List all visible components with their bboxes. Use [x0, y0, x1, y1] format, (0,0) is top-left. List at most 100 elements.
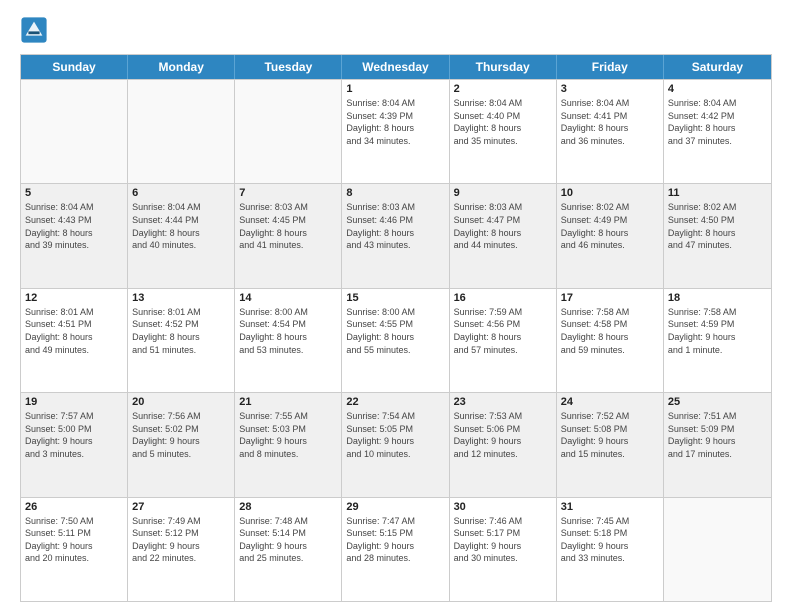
- day-number: 1: [346, 83, 444, 95]
- cal-cell: 29Sunrise: 7:47 AM Sunset: 5:15 PM Dayli…: [342, 498, 449, 601]
- day-info: Sunrise: 8:04 AM Sunset: 4:44 PM Dayligh…: [132, 201, 230, 251]
- day-number: 17: [561, 292, 659, 304]
- day-number: 25: [668, 396, 767, 408]
- day-info: Sunrise: 8:01 AM Sunset: 4:51 PM Dayligh…: [25, 306, 123, 356]
- cal-cell: 10 Sunrise: 8:02 AM Sunset: 4:49 PM Dayli…: [557, 184, 664, 287]
- day-number: 19: [25, 396, 123, 408]
- day-info: Sunrise: 8:03 AM Sunset: 4:46 PM Dayligh…: [346, 201, 444, 251]
- weekday-header-wednesday: Wednesday: [342, 55, 449, 79]
- cal-cell: [21, 80, 128, 183]
- day-info: Sunrise: 7:59 AM Sunset: 4:56 PM Dayligh…: [454, 306, 552, 356]
- cal-cell: [128, 80, 235, 183]
- cal-row-4: 19 Sunrise: 7:57 AM Sunset: 5:00 PM Dayli…: [21, 392, 771, 496]
- day-number: 12: [25, 292, 123, 304]
- cal-cell: 27Sunrise: 7:49 AM Sunset: 5:12 PM Dayli…: [128, 498, 235, 601]
- day-number: 22: [346, 396, 444, 408]
- cal-row-5: 26 Sunrise: 7:50 AM Sunset: 5:11 PM Dayli…: [21, 497, 771, 601]
- day-number: 2: [454, 83, 552, 95]
- weekday-header-saturday: Saturday: [664, 55, 771, 79]
- day-number: 10: [561, 187, 659, 199]
- cal-cell: 12 Sunrise: 8:01 AM Sunset: 4:51 PM Dayli…: [21, 289, 128, 392]
- cal-cell: 19 Sunrise: 7:57 AM Sunset: 5:00 PM Dayli…: [21, 393, 128, 496]
- day-number: 3: [561, 83, 659, 95]
- day-number: 20: [132, 396, 230, 408]
- day-info: Sunrise: 7:45 AM Sunset: 5:18 PM Dayligh…: [561, 515, 659, 565]
- cal-cell: 3 Sunrise: 8:04 AM Sunset: 4:41 PM Daylig…: [557, 80, 664, 183]
- cal-cell: 9 Sunrise: 8:03 AM Sunset: 4:47 PM Daylig…: [450, 184, 557, 287]
- cal-cell: 28Sunrise: 7:48 AM Sunset: 5:14 PM Dayli…: [235, 498, 342, 601]
- day-number: 30: [454, 501, 552, 513]
- logo: [20, 16, 50, 44]
- day-info: Sunrise: 7:58 AM Sunset: 4:59 PM Dayligh…: [668, 306, 767, 356]
- cal-row-1: 1 Sunrise: 8:04 AM Sunset: 4:39 PM Daylig…: [21, 79, 771, 183]
- cal-cell: 2 Sunrise: 8:04 AM Sunset: 4:40 PM Daylig…: [450, 80, 557, 183]
- day-info: Sunrise: 7:51 AM Sunset: 5:09 PM Dayligh…: [668, 410, 767, 460]
- day-info: Sunrise: 8:04 AM Sunset: 4:39 PM Dayligh…: [346, 97, 444, 147]
- day-info: Sunrise: 7:57 AM Sunset: 5:00 PM Dayligh…: [25, 410, 123, 460]
- calendar-body: 1 Sunrise: 8:04 AM Sunset: 4:39 PM Daylig…: [21, 79, 771, 601]
- day-number: 31: [561, 501, 659, 513]
- day-info: Sunrise: 7:47 AM Sunset: 5:15 PM Dayligh…: [346, 515, 444, 565]
- day-info: Sunrise: 7:53 AM Sunset: 5:06 PM Dayligh…: [454, 410, 552, 460]
- day-info: Sunrise: 8:00 AM Sunset: 4:54 PM Dayligh…: [239, 306, 337, 356]
- day-info: Sunrise: 7:58 AM Sunset: 4:58 PM Dayligh…: [561, 306, 659, 356]
- day-info: Sunrise: 8:04 AM Sunset: 4:42 PM Dayligh…: [668, 97, 767, 147]
- day-info: Sunrise: 7:46 AM Sunset: 5:17 PM Dayligh…: [454, 515, 552, 565]
- day-number: 7: [239, 187, 337, 199]
- cal-cell: 18 Sunrise: 7:58 AM Sunset: 4:59 PM Dayli…: [664, 289, 771, 392]
- day-number: 21: [239, 396, 337, 408]
- cal-cell: 20 Sunrise: 7:56 AM Sunset: 5:02 PM Dayli…: [128, 393, 235, 496]
- day-info: Sunrise: 7:54 AM Sunset: 5:05 PM Dayligh…: [346, 410, 444, 460]
- cal-cell: [235, 80, 342, 183]
- day-number: 16: [454, 292, 552, 304]
- page: SundayMondayTuesdayWednesdayThursdayFrid…: [0, 0, 792, 612]
- weekday-header-monday: Monday: [128, 55, 235, 79]
- cal-cell: 17 Sunrise: 7:58 AM Sunset: 4:58 PM Dayli…: [557, 289, 664, 392]
- cal-cell: 13 Sunrise: 8:01 AM Sunset: 4:52 PM Dayli…: [128, 289, 235, 392]
- cal-cell: 6 Sunrise: 8:04 AM Sunset: 4:44 PM Daylig…: [128, 184, 235, 287]
- cal-cell: 14Sunrise: 8:00 AM Sunset: 4:54 PM Dayli…: [235, 289, 342, 392]
- day-number: 6: [132, 187, 230, 199]
- day-info: Sunrise: 8:02 AM Sunset: 4:50 PM Dayligh…: [668, 201, 767, 251]
- day-info: Sunrise: 7:55 AM Sunset: 5:03 PM Dayligh…: [239, 410, 337, 460]
- cal-cell: 5Sunrise: 8:04 AM Sunset: 4:43 PM Daylig…: [21, 184, 128, 287]
- day-info: Sunrise: 8:04 AM Sunset: 4:40 PM Dayligh…: [454, 97, 552, 147]
- day-number: 8: [346, 187, 444, 199]
- day-info: Sunrise: 8:03 AM Sunset: 4:47 PM Dayligh…: [454, 201, 552, 251]
- cal-row-2: 5Sunrise: 8:04 AM Sunset: 4:43 PM Daylig…: [21, 183, 771, 287]
- day-number: 28: [239, 501, 337, 513]
- day-info: Sunrise: 7:49 AM Sunset: 5:12 PM Dayligh…: [132, 515, 230, 565]
- day-number: 26: [25, 501, 123, 513]
- cal-cell: 25 Sunrise: 7:51 AM Sunset: 5:09 PM Dayli…: [664, 393, 771, 496]
- day-info: Sunrise: 7:52 AM Sunset: 5:08 PM Dayligh…: [561, 410, 659, 460]
- day-info: Sunrise: 8:01 AM Sunset: 4:52 PM Dayligh…: [132, 306, 230, 356]
- day-info: Sunrise: 7:50 AM Sunset: 5:11 PM Dayligh…: [25, 515, 123, 565]
- calendar: SundayMondayTuesdayWednesdayThursdayFrid…: [20, 54, 772, 602]
- day-info: Sunrise: 8:03 AM Sunset: 4:45 PM Dayligh…: [239, 201, 337, 251]
- cal-cell: 22 Sunrise: 7:54 AM Sunset: 5:05 PM Dayli…: [342, 393, 449, 496]
- weekday-header-thursday: Thursday: [450, 55, 557, 79]
- logo-icon: [20, 16, 48, 44]
- day-number: 13: [132, 292, 230, 304]
- day-number: 18: [668, 292, 767, 304]
- cal-cell: 11 Sunrise: 8:02 AM Sunset: 4:50 PM Dayli…: [664, 184, 771, 287]
- day-number: 11: [668, 187, 767, 199]
- day-number: 9: [454, 187, 552, 199]
- day-number: 4: [668, 83, 767, 95]
- day-info: Sunrise: 7:56 AM Sunset: 5:02 PM Dayligh…: [132, 410, 230, 460]
- weekday-header-friday: Friday: [557, 55, 664, 79]
- day-info: Sunrise: 8:04 AM Sunset: 4:41 PM Dayligh…: [561, 97, 659, 147]
- day-info: Sunrise: 8:02 AM Sunset: 4:49 PM Dayligh…: [561, 201, 659, 251]
- cal-cell: 26 Sunrise: 7:50 AM Sunset: 5:11 PM Dayli…: [21, 498, 128, 601]
- day-info: Sunrise: 8:04 AM Sunset: 4:43 PM Dayligh…: [25, 201, 123, 251]
- cal-cell: 24Sunrise: 7:52 AM Sunset: 5:08 PM Dayli…: [557, 393, 664, 496]
- cal-cell: 7 Sunrise: 8:03 AM Sunset: 4:45 PM Daylig…: [235, 184, 342, 287]
- header: [20, 16, 772, 44]
- cal-cell: 31 Sunrise: 7:45 AM Sunset: 5:18 PM Dayli…: [557, 498, 664, 601]
- day-number: 15: [346, 292, 444, 304]
- cal-cell: 21 Sunrise: 7:55 AM Sunset: 5:03 PM Dayli…: [235, 393, 342, 496]
- cal-cell: 4 Sunrise: 8:04 AM Sunset: 4:42 PM Daylig…: [664, 80, 771, 183]
- cal-cell: [664, 498, 771, 601]
- calendar-header: SundayMondayTuesdayWednesdayThursdayFrid…: [21, 55, 771, 79]
- cal-cell: 15Sunrise: 8:00 AM Sunset: 4:55 PM Dayli…: [342, 289, 449, 392]
